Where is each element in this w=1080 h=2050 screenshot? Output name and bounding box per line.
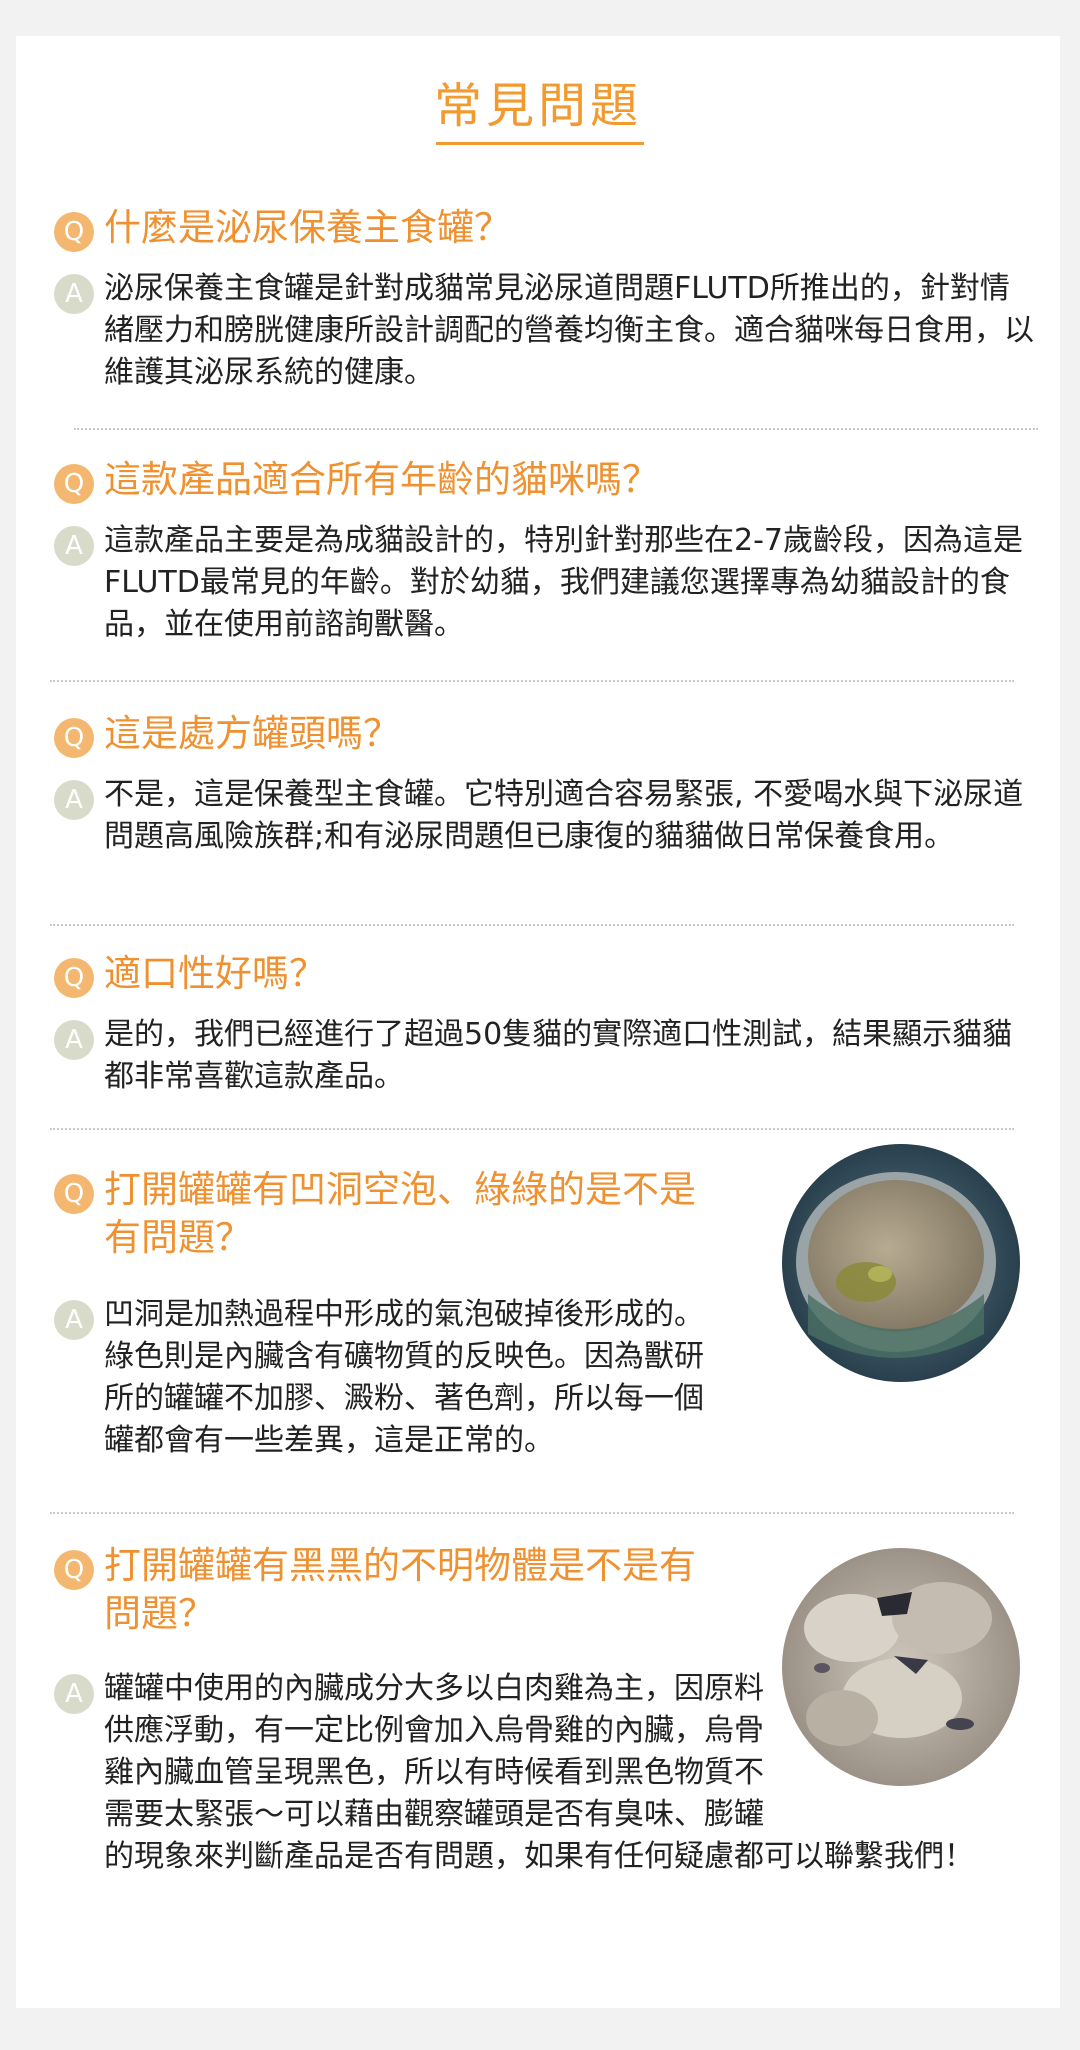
- faq-card: 常見問題 Q 什麼是泌尿保養主食罐？ A 泌尿保養主食罐是針對成貓常見泌尿道問題…: [16, 36, 1060, 2008]
- a-badge-icon: A: [54, 1674, 94, 1714]
- q-badge-icon: Q: [54, 1174, 94, 1214]
- faq-question[interactable]: 打開罐罐有凹洞空泡、綠綠的是不是有問題？: [104, 1166, 724, 1262]
- a-badge-icon: A: [54, 526, 94, 566]
- faq-answer: 不是，這是保養型主食罐。它特別適合容易緊張, 不愛喝水與下泌尿道問題高風險族群;…: [104, 777, 1024, 854]
- q-badge-icon: Q: [54, 1550, 94, 1590]
- a-badge-icon: A: [54, 1020, 94, 1060]
- a-badge-icon: A: [54, 780, 94, 820]
- faq-question[interactable]: 什麼是泌尿保養主食罐？: [104, 204, 1004, 252]
- title-underline: [436, 142, 644, 145]
- divider: [74, 428, 1038, 430]
- faq-question[interactable]: 這款產品適合所有年齡的貓咪嗎？: [104, 456, 1004, 504]
- divider: [50, 924, 1014, 926]
- page-title: 常見問題: [433, 78, 642, 134]
- faq-question[interactable]: 適口性好嗎？: [104, 950, 1004, 998]
- q-badge-icon: Q: [54, 718, 94, 758]
- q-badge-icon: Q: [54, 464, 94, 504]
- faq-answer: 泌尿保養主食罐是針對成貓常見泌尿道問題FLUTD所推出的，針對情緒壓力和膀胱健康…: [104, 271, 1034, 390]
- faq-question[interactable]: 這是處方罐頭嗎？: [104, 710, 1004, 758]
- a-badge-icon: A: [54, 274, 94, 314]
- faq-question[interactable]: 打開罐罐有黑黑的不明物體是不是有問題？: [104, 1542, 724, 1638]
- divider: [50, 1128, 1014, 1130]
- can-dark-spots-image: [782, 1548, 1020, 1786]
- can-cavity-photo: [782, 1144, 1020, 1382]
- can-cavity-image: [782, 1144, 1020, 1382]
- a-badge-icon: A: [54, 1300, 94, 1340]
- faq-answer: 是的，我們已經進行了超過50隻貓的實際適口性測試，結果顯示貓貓都非常喜歡這款產品…: [104, 1017, 1013, 1094]
- faq-answer: 凹洞是加熱過程中形成的氣泡破掉後形成的。綠色則是內臟含有礦物質的反映色。因為獸研…: [104, 1297, 704, 1458]
- divider: [50, 1512, 1014, 1514]
- can-dark-spots-photo: [782, 1548, 1020, 1786]
- divider: [50, 680, 1014, 682]
- q-badge-icon: Q: [54, 212, 94, 252]
- faq-answer: 這款產品主要是為成貓設計的，特別針對那些在2-7歲齡段，因為這是FLUTD最常見…: [104, 523, 1023, 642]
- q-badge-icon: Q: [54, 958, 94, 998]
